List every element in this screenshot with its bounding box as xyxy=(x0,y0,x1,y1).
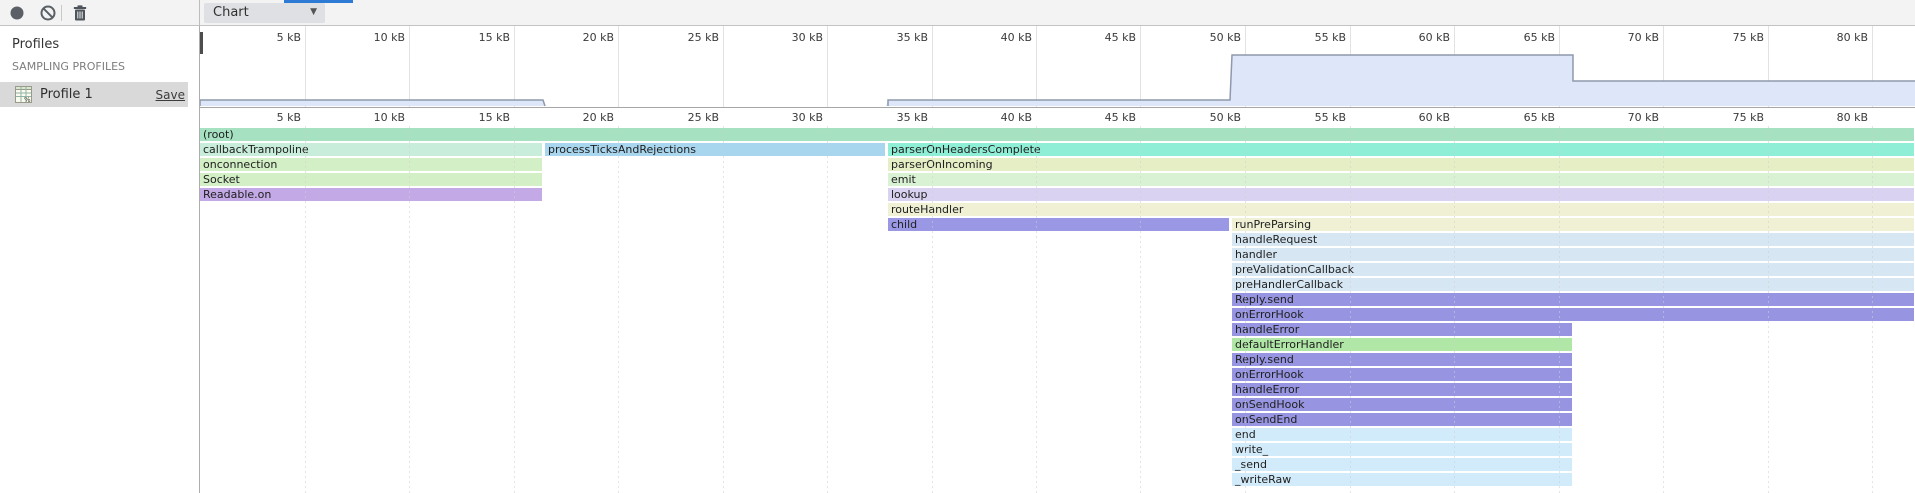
flame-frame[interactable]: processTicksAndRejections xyxy=(545,143,885,156)
flame-frame[interactable]: preValidationCallback xyxy=(1232,263,1914,276)
flame-ruler-tick-label: 20 kB xyxy=(554,111,614,124)
profiler-chart-area: 5 kB 10 kB 15 kB 20 kB 25 kB 30 kB 35 kB 40 kB 4… xyxy=(200,26,1915,493)
flame-ruler-tick-label: 30 kB xyxy=(763,111,823,124)
sidebar-title: Profiles xyxy=(12,37,59,52)
flame-frame[interactable]: (root) xyxy=(200,128,1914,141)
flame-gridline xyxy=(1036,126,1037,493)
flame-frame[interactable]: onErrorHook xyxy=(1232,308,1914,321)
flame-ruler-tick-label: 50 kB xyxy=(1181,111,1241,124)
flame-frame[interactable]: write_ xyxy=(1232,443,1572,456)
flame-gridline xyxy=(409,126,410,493)
panel-divider xyxy=(199,0,200,26)
flame-frame[interactable]: handleRequest xyxy=(1232,233,1914,246)
flame-ruler-tick-label: 40 kB xyxy=(972,111,1032,124)
active-tab-indicator xyxy=(284,0,353,3)
flame-ruler-tick-label: 5 kB xyxy=(241,111,301,124)
flame-gridline xyxy=(1140,126,1141,493)
flame-chart: (root) callbackTrampolineprocessTicksAndR… xyxy=(200,126,1915,493)
flame-gridline xyxy=(1350,126,1351,493)
flame-ruler-tick-label: 15 kB xyxy=(450,111,510,124)
flame-gridline xyxy=(1559,126,1560,493)
flame-gridline xyxy=(1663,126,1664,493)
flame-gridline xyxy=(1768,126,1769,493)
chevron-down-icon: ▼ xyxy=(310,7,317,17)
flame-gridline xyxy=(932,126,933,493)
chart-view-select[interactable]: Chart ▼ xyxy=(204,3,325,23)
profile-list-item[interactable]: % Profile 1 Save xyxy=(0,82,188,107)
flame-ruler-tick-label: 35 kB xyxy=(868,111,928,124)
flame-frame[interactable]: child xyxy=(888,218,1229,231)
flame-frame[interactable]: handler xyxy=(1232,248,1914,261)
flame-ruler-tick-label: 80 kB xyxy=(1808,111,1868,124)
flame-gridline xyxy=(305,126,306,493)
profiles-sidebar: Profiles SAMPLING PROFILES % Profile 1 S… xyxy=(0,26,200,493)
sampling-profiles-section-label: SAMPLING PROFILES xyxy=(12,60,125,73)
flame-frame[interactable]: callbackTrampoline xyxy=(200,143,542,156)
sampling-profile-icon: % xyxy=(15,86,32,103)
flame-ruler-tick-label: 45 kB xyxy=(1076,111,1136,124)
overview-selection-handle[interactable] xyxy=(200,32,203,54)
flame-frame[interactable]: parserOnIncoming xyxy=(888,158,1914,171)
flame-frame[interactable]: _writeRaw xyxy=(1232,473,1572,486)
flame-gridline xyxy=(827,126,828,493)
flame-ruler-tick-label: 25 kB xyxy=(659,111,719,124)
chart-view-select-value: Chart xyxy=(213,5,249,20)
flame-chart-ruler: 5 kB 10 kB 15 kB 20 kB 25 kB 30 kB 35 kB 40 kB 4… xyxy=(200,108,1915,126)
flame-ruler-tick-label: 10 kB xyxy=(345,111,405,124)
flame-frame[interactable]: defaultErrorHandler xyxy=(1232,338,1572,351)
memory-overview-pane[interactable]: 5 kB10 kB15 kB20 kB25 kB30 kB35 kB40 kB4… xyxy=(200,26,1915,108)
flame-gridline xyxy=(1454,126,1455,493)
trash-icon xyxy=(70,3,90,23)
toolbar: Chart ▼ xyxy=(0,0,1915,26)
flame-frame[interactable]: Reply.send xyxy=(1232,353,1572,366)
flame-frame[interactable]: emit xyxy=(888,173,1914,186)
flame-frame[interactable]: Socket xyxy=(200,173,542,186)
flame-ruler-tick-label: 70 kB xyxy=(1599,111,1659,124)
record-button[interactable] xyxy=(7,3,27,23)
no-symbol-icon xyxy=(38,3,58,23)
flame-frame[interactable]: onSendEnd xyxy=(1232,413,1572,426)
overview-area-chart xyxy=(200,26,1915,108)
save-profile-link[interactable]: Save xyxy=(156,88,185,102)
flame-gridline xyxy=(1245,126,1246,493)
profile-name: Profile 1 xyxy=(40,87,93,102)
flame-gridline xyxy=(514,126,515,493)
flame-frame[interactable]: Reply.send xyxy=(1232,293,1914,306)
memory-profiler-panel: Chart ▼ Profiles SAMPLING PROFILES % Pro… xyxy=(0,0,1915,493)
toolbar-separator xyxy=(61,5,62,21)
flame-gridline xyxy=(618,126,619,493)
flame-ruler-tick-label: 60 kB xyxy=(1390,111,1450,124)
flame-frame[interactable]: _send xyxy=(1232,458,1572,471)
flame-frame[interactable]: parserOnHeadersComplete xyxy=(888,143,1914,156)
record-circle-icon xyxy=(7,3,27,23)
flame-frame[interactable]: end xyxy=(1232,428,1572,441)
flame-frame[interactable]: routeHandler xyxy=(888,203,1914,216)
flame-ruler-tick-label: 65 kB xyxy=(1495,111,1555,124)
flame-gridline xyxy=(1872,126,1873,493)
clear-profiles-button[interactable] xyxy=(38,3,58,23)
flame-frame[interactable]: handleError xyxy=(1232,383,1572,396)
flame-frame[interactable]: preHandlerCallback xyxy=(1232,278,1914,291)
flame-ruler-tick-label: 75 kB xyxy=(1704,111,1764,124)
flame-frame[interactable]: onconnection xyxy=(200,158,542,171)
flame-frame[interactable]: runPreParsing xyxy=(1232,218,1914,231)
flame-frame[interactable]: lookup xyxy=(888,188,1914,201)
svg-text:%: % xyxy=(24,96,31,103)
flame-frame[interactable]: Readable.on xyxy=(200,188,542,201)
flame-gridline xyxy=(723,126,724,493)
delete-profile-button[interactable] xyxy=(70,3,90,23)
flame-frame[interactable]: handleError xyxy=(1232,323,1572,336)
flame-frame[interactable]: onErrorHook xyxy=(1232,368,1572,381)
flame-frame[interactable]: onSendHook xyxy=(1232,398,1572,411)
flame-ruler-tick-label: 55 kB xyxy=(1286,111,1346,124)
